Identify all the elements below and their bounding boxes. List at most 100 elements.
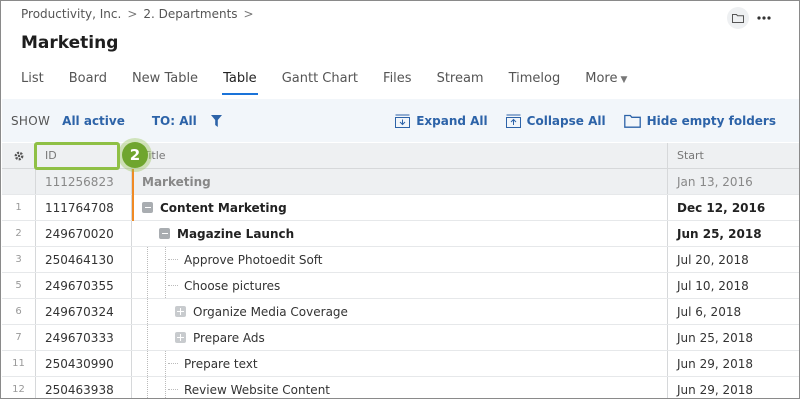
- collapse-all-label: Collapse All: [526, 113, 606, 128]
- tree-connector: [168, 259, 178, 260]
- table-row[interactable]: 1 111764708 Content Marketing Dec 12, 20…: [2, 195, 799, 221]
- table-row[interactable]: 5 249670355 Choose pictures Jul 10, 2018: [2, 273, 799, 299]
- row-start-date[interactable]: Jan 13, 2016: [668, 169, 799, 194]
- show-label: SHOW: [11, 113, 51, 128]
- toolbar-actions: Expand All Collapse All Hide empty folde…: [395, 99, 776, 142]
- table-row[interactable]: 11 250430990 Prepare text Jun 29, 2018: [2, 351, 799, 377]
- row-title[interactable]: Prepare Ads: [132, 325, 668, 350]
- row-title[interactable]: Magazine Launch: [132, 221, 668, 246]
- row-number: 6: [2, 299, 36, 324]
- tree-guide-line: [165, 377, 166, 398]
- row-id: 249670020: [36, 221, 132, 246]
- breadcrumb: Productivity, Inc. > 2. Departments >: [21, 7, 254, 21]
- tab-new-table[interactable]: New Table: [132, 71, 198, 95]
- expand-toggle-icon[interactable]: [175, 306, 186, 317]
- table-row[interactable]: 6 249670324 Organize Media Coverage Jul …: [2, 299, 799, 325]
- row-title-text: Approve Photoedit Soft: [184, 252, 323, 267]
- row-number: [2, 169, 36, 194]
- row-title-text: Content Marketing: [160, 200, 287, 215]
- table-row[interactable]: 111256823 Marketing Jan 13, 2016: [2, 169, 799, 195]
- collapse-all-button[interactable]: Collapse All: [505, 113, 606, 128]
- tree-guide-line: [147, 299, 148, 324]
- folder-icon[interactable]: [727, 7, 749, 29]
- row-start-date[interactable]: Jul 10, 2018: [668, 273, 799, 298]
- row-id: 249670333: [36, 325, 132, 350]
- row-start-date[interactable]: Jun 25, 2018: [668, 325, 799, 350]
- tree-guide-line: [147, 351, 148, 376]
- row-title-text: Prepare Ads: [193, 330, 265, 345]
- show-filter-dropdown[interactable]: All active: [62, 114, 125, 128]
- row-number: 12: [2, 377, 36, 398]
- row-id: 111764708: [36, 195, 132, 220]
- row-start-date[interactable]: Dec 12, 2016: [668, 195, 799, 220]
- row-id: 249670355: [36, 273, 132, 298]
- app-window: Productivity, Inc. > 2. Departments > Ma…: [0, 0, 800, 399]
- column-header-title[interactable]: Title: [132, 143, 668, 168]
- tab-list[interactable]: List: [21, 71, 44, 95]
- table-row[interactable]: 2 249670020 Magazine Launch Jun 25, 2018: [2, 221, 799, 247]
- tree-connector: [168, 389, 178, 390]
- collapse-toggle-icon[interactable]: [159, 228, 170, 239]
- row-title[interactable]: Approve Photoedit Soft: [132, 247, 668, 272]
- selection-indicator-bar: [132, 169, 134, 221]
- row-title[interactable]: Content Marketing: [132, 195, 668, 220]
- row-title-text: Marketing: [142, 174, 211, 189]
- more-options-icon[interactable]: [753, 7, 775, 29]
- row-title[interactable]: Review Website Content: [132, 377, 668, 398]
- row-id: 250464130: [36, 247, 132, 272]
- row-title-text: Magazine Launch: [177, 226, 295, 241]
- header-actions: [727, 7, 775, 29]
- row-title[interactable]: Choose pictures: [132, 273, 668, 298]
- tab-board[interactable]: Board: [69, 71, 107, 95]
- column-settings-gear-icon[interactable]: [2, 143, 36, 168]
- tree-guide-line: [147, 325, 148, 350]
- row-id: 111256823: [36, 169, 132, 194]
- row-title-text: Choose pictures: [184, 278, 281, 293]
- tab-more[interactable]: More ▼: [585, 71, 627, 95]
- hide-empty-folders-label: Hide empty folders: [646, 113, 776, 128]
- assignee-filter-dropdown[interactable]: TO: All: [152, 114, 197, 128]
- column-header-start[interactable]: Start: [668, 143, 799, 168]
- row-start-date[interactable]: Jun 25, 2018: [668, 221, 799, 246]
- tree-guide-line: [165, 247, 166, 272]
- row-number: 11: [2, 351, 36, 376]
- tree-connector: [168, 285, 178, 286]
- expand-toggle-icon[interactable]: [175, 332, 186, 343]
- table-row[interactable]: 12 250463938 Review Website Content Jun …: [2, 377, 799, 398]
- tree-guide-line: [165, 273, 166, 298]
- tab-stream[interactable]: Stream: [437, 71, 484, 95]
- view-tabs: List Board New Table Table Gantt Chart F…: [21, 71, 652, 95]
- step-number: 2: [122, 142, 148, 168]
- row-title[interactable]: Prepare text: [132, 351, 668, 376]
- row-id: 250463938: [36, 377, 132, 398]
- table-toolbar: SHOW All active TO: All Expand All Colla…: [2, 99, 799, 142]
- row-title[interactable]: Organize Media Coverage: [132, 299, 668, 324]
- row-number: 5: [2, 273, 36, 298]
- row-start-date[interactable]: Jun 29, 2018: [668, 377, 799, 398]
- filter-icon[interactable]: [210, 114, 222, 127]
- breadcrumb-folder[interactable]: 2. Departments: [143, 7, 237, 21]
- breadcrumb-root[interactable]: Productivity, Inc.: [21, 7, 121, 21]
- table-row[interactable]: 7 249670333 Prepare Ads Jun 25, 2018: [2, 325, 799, 351]
- hide-empty-folders-button[interactable]: Hide empty folders: [623, 113, 776, 128]
- tab-timelog[interactable]: Timelog: [509, 71, 561, 95]
- tab-gantt-chart[interactable]: Gantt Chart: [282, 71, 358, 95]
- row-id: 250430990: [36, 351, 132, 376]
- tab-table[interactable]: Table: [222, 71, 258, 95]
- row-start-date[interactable]: Jul 6, 2018: [668, 299, 799, 324]
- row-title[interactable]: Marketing: [132, 169, 668, 194]
- collapse-toggle-icon[interactable]: [142, 202, 153, 213]
- expand-all-icon: [395, 114, 411, 128]
- expand-all-button[interactable]: Expand All: [395, 114, 488, 128]
- row-start-date[interactable]: Jul 20, 2018: [668, 247, 799, 272]
- row-title-text: Organize Media Coverage: [193, 304, 348, 319]
- table-row[interactable]: 3 250464130 Approve Photoedit Soft Jul 2…: [2, 247, 799, 273]
- caret-down-icon: ▼: [620, 75, 628, 85]
- tab-files[interactable]: Files: [383, 71, 412, 95]
- row-start-date[interactable]: Jun 29, 2018: [668, 351, 799, 376]
- tree-guide-line: [165, 351, 166, 376]
- breadcrumb-separator: >: [243, 7, 254, 21]
- tree-guide-line: [147, 273, 148, 298]
- tab-more-label: More: [585, 71, 618, 86]
- step-badge: 2: [118, 138, 152, 172]
